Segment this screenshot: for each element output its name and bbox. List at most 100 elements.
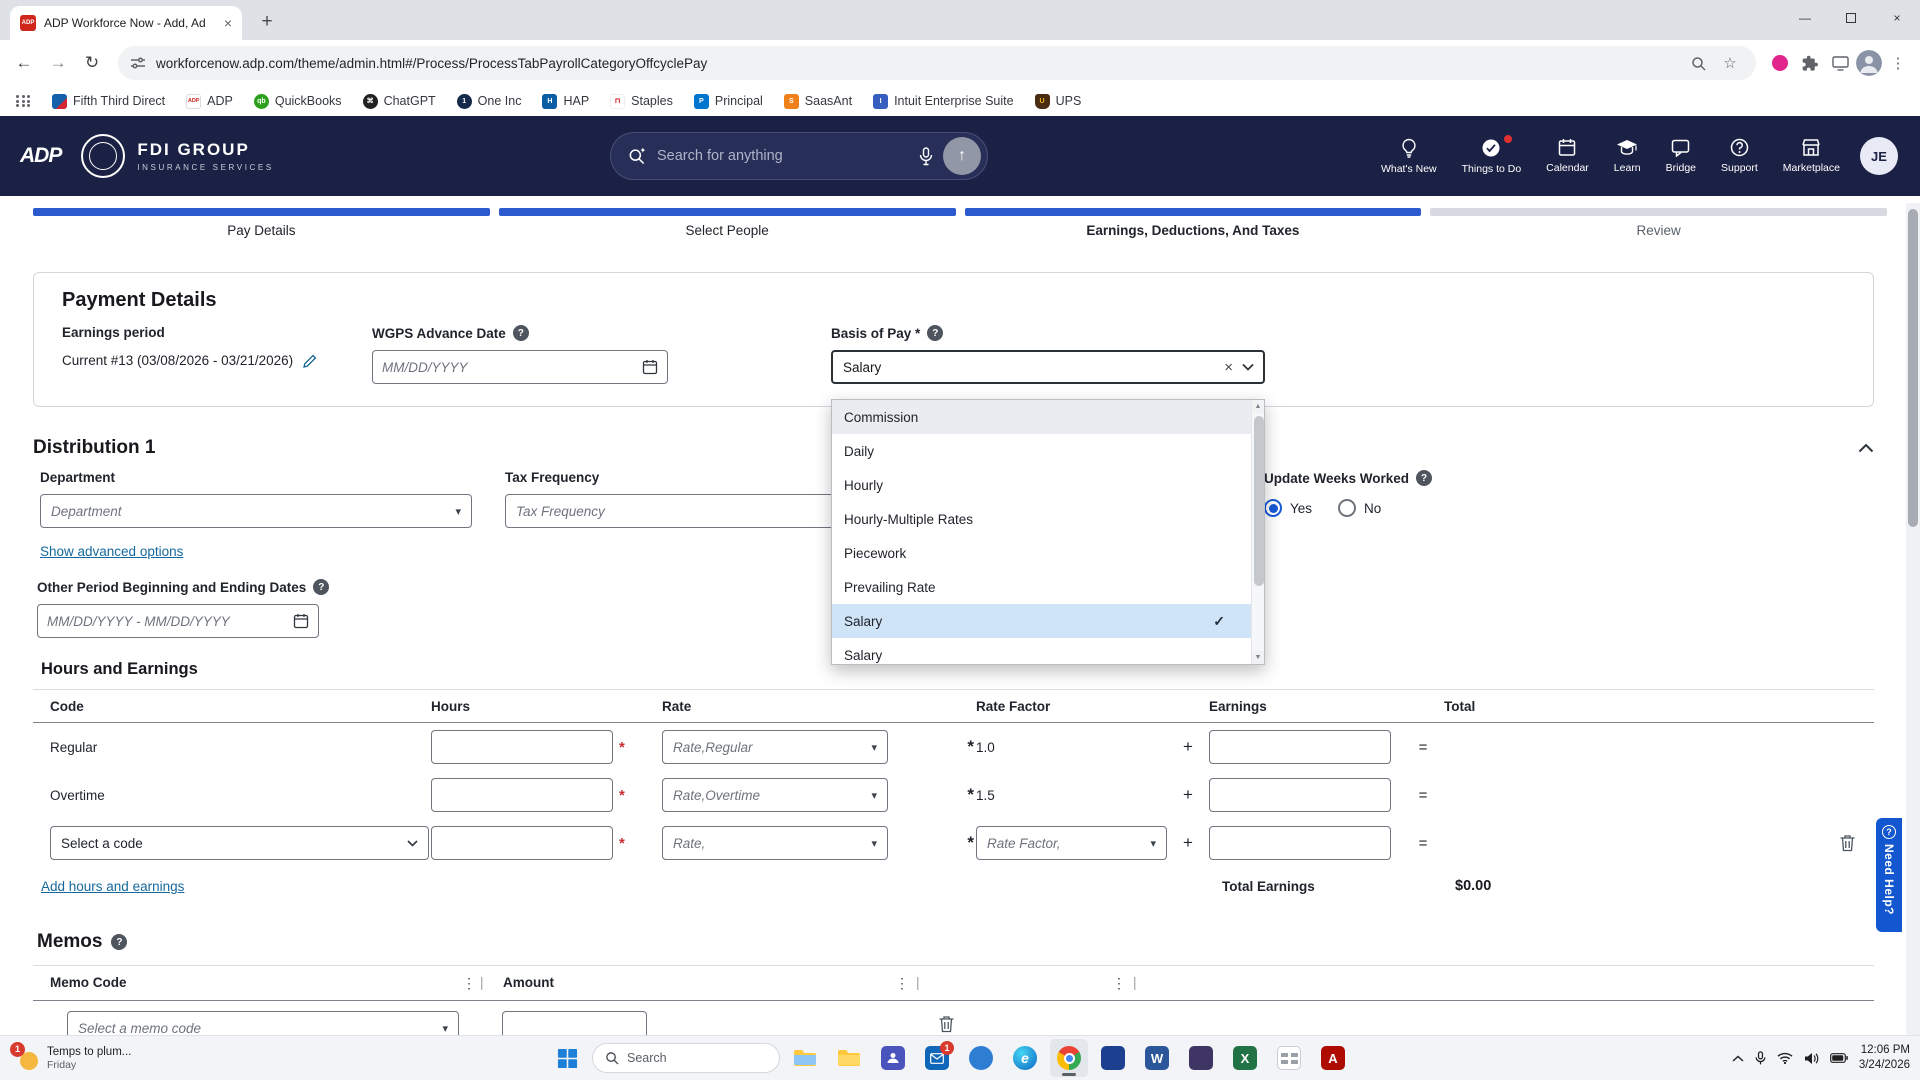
- start-button[interactable]: [548, 1039, 586, 1077]
- department-select[interactable]: Department ▾: [40, 494, 472, 528]
- regular-earnings-input[interactable]: [1209, 730, 1391, 764]
- help-icon[interactable]: ?: [1416, 470, 1432, 486]
- dropdown-scrollbar[interactable]: ▲ ▼: [1251, 400, 1264, 664]
- help-icon[interactable]: ?: [313, 579, 329, 595]
- bookmark-principal[interactable]: PPrincipal: [694, 94, 763, 109]
- basis-of-pay-combobox[interactable]: Salary ×: [831, 350, 1265, 384]
- bookmark-ups[interactable]: UUPS: [1035, 94, 1082, 109]
- bookmark-star-icon[interactable]: ☆: [1716, 49, 1744, 77]
- browser-profile-avatar[interactable]: [1856, 50, 1882, 76]
- step-select-people[interactable]: Select People: [499, 208, 956, 238]
- basis-option-selected[interactable]: Salary ✓: [832, 604, 1251, 638]
- column-menu-icon[interactable]: ⋮: [1112, 975, 1126, 992]
- extension-pink-icon[interactable]: [1766, 49, 1794, 77]
- forward-button[interactable]: →: [42, 47, 74, 79]
- scrollbar-thumb[interactable]: [1908, 209, 1918, 527]
- volume-icon[interactable]: [1804, 1052, 1819, 1065]
- taskbar-teams-icon[interactable]: [874, 1039, 912, 1077]
- weather-widget[interactable]: 1 Temps to plum... Friday: [12, 1045, 131, 1071]
- taskbar-calculator-icon[interactable]: [1270, 1039, 1308, 1077]
- chevron-down-icon[interactable]: [1242, 363, 1254, 371]
- update-weeks-yes-option[interactable]: Yes: [1264, 499, 1312, 517]
- wgps-date-input[interactable]: [382, 360, 642, 375]
- new-tab-button[interactable]: +: [254, 9, 280, 35]
- basis-option[interactable]: Commission: [832, 400, 1251, 434]
- taskbar-clock[interactable]: 12:06 PM 3/24/2026: [1859, 1043, 1910, 1073]
- bookmark-fifth-third[interactable]: Fifth Third Direct: [52, 94, 165, 109]
- extensions-puzzle-icon[interactable]: [1796, 49, 1824, 77]
- user-avatar[interactable]: JE: [1860, 137, 1898, 175]
- need-help-tab[interactable]: ? Need Help?: [1876, 818, 1902, 932]
- delete-memo-icon[interactable]: [938, 1015, 955, 1033]
- apps-grid-icon[interactable]: [16, 95, 31, 107]
- tray-mic-icon[interactable]: [1755, 1051, 1766, 1066]
- back-button[interactable]: ←: [8, 47, 40, 79]
- taskbar-acrobat-icon[interactable]: A: [1314, 1039, 1352, 1077]
- new-hours-input[interactable]: [431, 826, 613, 860]
- bookmark-quickbooks[interactable]: qbQuickBooks: [254, 94, 342, 109]
- memo-amount-input[interactable]: [502, 1011, 647, 1035]
- add-hours-earnings-link[interactable]: Add hours and earnings: [41, 879, 184, 894]
- adp-logo[interactable]: ADP: [20, 144, 61, 168]
- help-icon[interactable]: ?: [513, 325, 529, 341]
- nav-calendar[interactable]: Calendar: [1546, 138, 1589, 174]
- bookmark-staples[interactable]: ⊓Staples: [610, 94, 673, 109]
- overtime-hours-input[interactable]: [431, 778, 613, 812]
- show-advanced-options-link[interactable]: Show advanced options: [40, 544, 183, 559]
- taskbar-chrome-icon[interactable]: [1050, 1039, 1088, 1077]
- regular-hours-input[interactable]: [431, 730, 613, 764]
- memo-code-select[interactable]: Select a memo code ▾: [67, 1011, 459, 1035]
- radio-no[interactable]: [1338, 499, 1356, 517]
- taskbar-search[interactable]: Search: [592, 1043, 780, 1073]
- browser-tab[interactable]: ADP ADP Workforce Now - Add, Ad ×: [10, 6, 242, 40]
- basis-option[interactable]: Hourly-Multiple Rates: [832, 502, 1251, 536]
- nav-things-to-do[interactable]: Things to Do: [1462, 138, 1522, 175]
- nav-marketplace[interactable]: Marketplace: [1783, 138, 1840, 174]
- basis-option[interactable]: Hourly: [832, 468, 1251, 502]
- cast-device-icon[interactable]: [1826, 49, 1854, 77]
- basis-option[interactable]: Salary: [832, 638, 1251, 665]
- taskbar-excel-icon[interactable]: X: [1226, 1039, 1264, 1077]
- basis-option[interactable]: Prevailing Rate: [832, 570, 1251, 604]
- basis-option[interactable]: Daily: [832, 434, 1251, 468]
- nav-learn[interactable]: Learn: [1614, 139, 1641, 174]
- address-bar[interactable]: workforcenow.adp.com/theme/admin.html#/P…: [118, 46, 1756, 80]
- bookmark-chatgpt[interactable]: ⌘ChatGPT: [363, 94, 436, 109]
- window-minimize-button[interactable]: —: [1782, 0, 1828, 36]
- help-icon[interactable]: ?: [927, 325, 943, 341]
- search-submit-button[interactable]: ↑: [943, 137, 981, 175]
- other-period-date-input[interactable]: [47, 614, 293, 629]
- step-pay-details[interactable]: Pay Details: [33, 208, 490, 238]
- tab-close-icon[interactable]: ×: [224, 15, 232, 31]
- overtime-rate-select[interactable]: Rate,Overtime▾: [662, 778, 888, 812]
- step-earnings-deductions-taxes[interactable]: Earnings, Deductions, And Taxes: [965, 208, 1422, 238]
- bookmark-hap[interactable]: HHAP: [542, 94, 589, 109]
- select-a-code-dropdown[interactable]: Select a code: [50, 826, 429, 860]
- global-search[interactable]: Search for anything ↑: [610, 132, 988, 180]
- nav-support[interactable]: Support: [1721, 138, 1758, 174]
- taskbar-word-icon[interactable]: W: [1138, 1039, 1176, 1077]
- scrollbar-thumb[interactable]: [1254, 416, 1264, 586]
- radio-yes[interactable]: [1264, 499, 1282, 517]
- step-review[interactable]: Review: [1430, 208, 1887, 238]
- page-scrollbar[interactable]: [1906, 203, 1920, 1035]
- amount-menu-icon[interactable]: ⋮: [895, 975, 909, 992]
- help-icon[interactable]: ?: [111, 934, 127, 950]
- bookmark-saasant[interactable]: SSaasAnt: [784, 94, 852, 109]
- taskbar-edge-icon[interactable]: e: [1006, 1039, 1044, 1077]
- new-rate-select[interactable]: Rate,▾: [662, 826, 888, 860]
- basis-option[interactable]: Piecework: [832, 536, 1251, 570]
- window-close-button[interactable]: ×: [1874, 0, 1920, 36]
- bookmark-one-inc[interactable]: 1One Inc: [457, 94, 522, 109]
- clear-selection-icon[interactable]: ×: [1224, 359, 1233, 376]
- microphone-icon[interactable]: [919, 147, 933, 166]
- regular-rate-select[interactable]: Rate,Regular▾: [662, 730, 888, 764]
- battery-icon[interactable]: [1830, 1053, 1848, 1063]
- delete-row-icon[interactable]: [1839, 834, 1856, 852]
- new-earnings-input[interactable]: [1209, 826, 1391, 860]
- edit-pencil-icon[interactable]: [303, 354, 317, 368]
- nav-whats-new[interactable]: What's New: [1381, 138, 1437, 175]
- calendar-picker-icon[interactable]: [293, 613, 309, 629]
- taskbar-app2-icon[interactable]: [1094, 1039, 1132, 1077]
- calendar-picker-icon[interactable]: [642, 359, 658, 375]
